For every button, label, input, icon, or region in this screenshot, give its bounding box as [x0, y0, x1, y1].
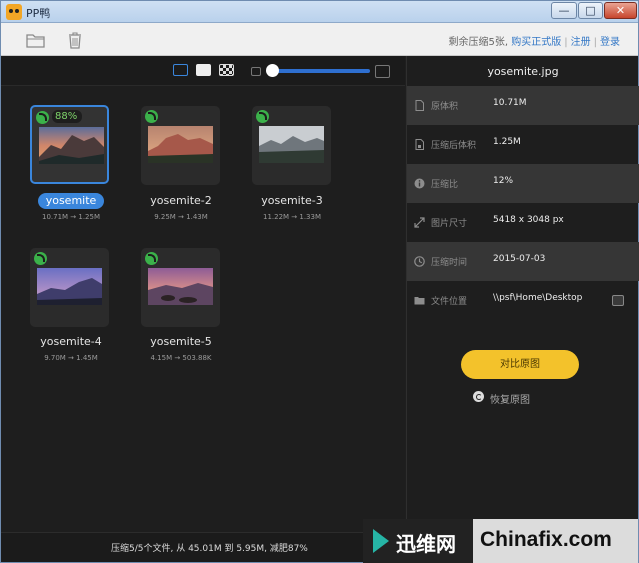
file-icon	[415, 100, 424, 111]
folder-open-icon[interactable]	[26, 31, 46, 49]
close-button[interactable]: ✕	[604, 2, 637, 19]
detail-row-compressed-size: 压缩后体积 1.25M	[407, 125, 639, 164]
watermark-logo-icon	[373, 529, 389, 553]
app-window: PP鸭 — □ ✕ 剩余压缩5张, 购买正式版 | 注册 | 登录 88% yo…	[0, 0, 639, 563]
thumbnail-sizes: 9.25M → 1.43M	[154, 213, 208, 221]
watermark-dark-block: 迅维网	[363, 519, 473, 563]
watermark-en: Chinafix.com	[480, 528, 612, 551]
thumbnail-sizes: 4.15M → 503.88K	[150, 354, 212, 362]
thumbnail-card[interactable]	[141, 248, 220, 327]
thumbnail-card[interactable]: 88%	[30, 105, 109, 184]
restore-label: 恢复原图	[490, 395, 530, 406]
title-bar: PP鸭 — □ ✕	[1, 1, 638, 23]
detail-label: 压缩比	[431, 180, 459, 190]
compare-original-button[interactable]: 对比原图	[461, 350, 579, 379]
status-text: 压缩5/5个文件, 从 45.01M 到 5.95M, 减肥87%	[111, 544, 308, 554]
open-location-button[interactable]	[612, 295, 624, 306]
thumbnail-pane: 88% yosemite 10.71M → 1.25M yosemite-2 9…	[1, 56, 405, 532]
minimize-button[interactable]: —	[551, 2, 577, 19]
detail-row-location: 文件位置 \\psf\Home\Desktop	[407, 281, 639, 320]
detail-value: 12%	[493, 176, 514, 186]
view-toolbar	[1, 56, 405, 86]
buy-link[interactable]: 购买正式版	[511, 37, 561, 48]
view-mode-white-icon[interactable]	[196, 64, 211, 76]
thumbnail-sizes: 11.22M → 1.33M	[262, 213, 322, 221]
detail-value: 1.25M	[493, 137, 521, 147]
login-link[interactable]: 登录	[600, 37, 620, 48]
thumbnail-card[interactable]	[252, 106, 331, 185]
remaining-count: 剩余压缩5张,	[448, 37, 509, 48]
leaf-check-icon	[34, 252, 47, 265]
photo-thumbnail	[37, 268, 102, 305]
detail-row-dimensions: 图片尺寸 5418 x 3048 px	[407, 203, 639, 242]
thumbnail-size-slider[interactable]	[268, 69, 370, 73]
detail-value: 10.71M	[493, 98, 527, 108]
separator: |	[593, 37, 597, 48]
detail-row-ratio: 压缩比 12%	[407, 164, 639, 203]
watermark-cn: 迅维网	[396, 532, 456, 556]
thumbnail-small-icon[interactable]	[251, 67, 261, 76]
detail-label: 文件位置	[431, 297, 468, 307]
info-icon	[414, 178, 425, 189]
detail-row-time: 压缩时间 2015-07-03	[407, 242, 639, 281]
detail-value: 2015-07-03	[493, 254, 546, 264]
toolbar: 剩余压缩5张, 购买正式版 | 注册 | 登录	[1, 23, 638, 56]
leaf-check-icon	[36, 111, 49, 124]
thumbnail-sizes: 10.71M → 1.25M	[41, 213, 101, 221]
restore-original-link[interactable]: 恢复原图	[473, 391, 530, 406]
compress-progress: 88%	[52, 110, 83, 123]
compressed-file-icon	[415, 139, 424, 150]
clock-icon	[414, 256, 425, 267]
separator: |	[564, 37, 568, 48]
resize-icon	[414, 217, 425, 228]
detail-label: 原体积	[431, 102, 459, 112]
detail-label: 压缩后体积	[431, 141, 477, 151]
thumbnail-name[interactable]: yosemite-5	[126, 335, 236, 348]
detail-row-original-size: 原体积 10.71M	[407, 86, 639, 125]
photo-thumbnail	[148, 126, 213, 163]
window-title: PP鸭	[26, 7, 51, 20]
thumbnail-name[interactable]: yosemite	[16, 194, 126, 207]
slider-handle[interactable]	[266, 64, 279, 77]
thumbnail-card[interactable]	[30, 248, 109, 327]
restore-icon	[473, 391, 484, 402]
detail-value: \\psf\Home\Desktop	[493, 293, 583, 303]
detail-filename: yosemite.jpg	[487, 65, 559, 78]
leaf-check-icon	[256, 110, 269, 123]
photo-thumbnail	[39, 127, 104, 164]
leaf-check-icon	[145, 110, 158, 123]
detail-label: 压缩时间	[431, 258, 468, 268]
detail-value: 5418 x 3048 px	[493, 215, 564, 225]
folder-icon	[414, 297, 425, 305]
detail-pane: yosemite.jpg 原体积 10.71M 压缩后体积 1.25M 压缩比 …	[406, 56, 639, 532]
thumbnail-card[interactable]	[141, 106, 220, 185]
thumbnail-sizes: 9.70M → 1.45M	[44, 354, 98, 362]
trash-icon[interactable]	[65, 31, 85, 49]
view-mode-outline-icon[interactable]	[173, 64, 188, 76]
view-mode-transparent-icon[interactable]	[219, 64, 234, 76]
thumbnail-name[interactable]: yosemite-2	[126, 194, 236, 207]
watermark: 迅维网 Chinafix.com	[363, 519, 638, 563]
duck-logo-icon	[6, 4, 22, 20]
leaf-check-icon	[145, 252, 158, 265]
thumbnail-large-icon[interactable]	[375, 65, 390, 78]
register-link[interactable]: 注册	[571, 37, 591, 48]
account-links: 剩余压缩5张, 购买正式版 | 注册 | 登录	[449, 33, 620, 48]
thumbnail-name[interactable]: yosemite-3	[237, 194, 347, 207]
photo-thumbnail	[259, 126, 324, 163]
photo-thumbnail	[148, 268, 213, 305]
maximize-button[interactable]: □	[578, 2, 603, 19]
thumbnail-name[interactable]: yosemite-4	[16, 335, 126, 348]
detail-label: 图片尺寸	[431, 219, 468, 229]
